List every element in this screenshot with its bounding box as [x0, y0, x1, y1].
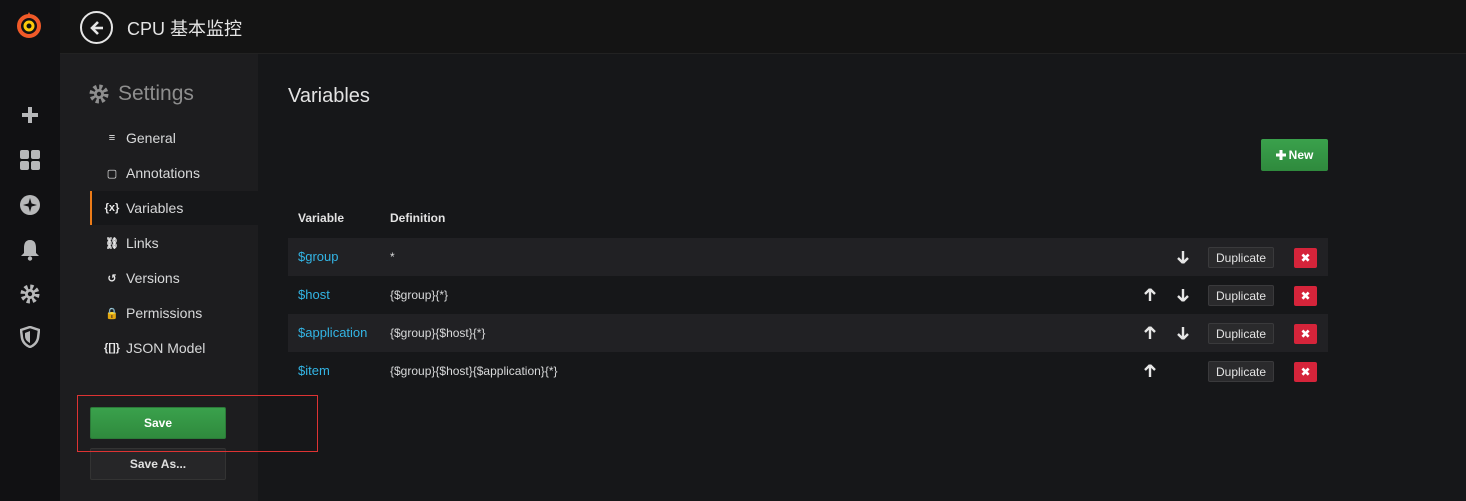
delete-button[interactable]: ✖	[1294, 248, 1317, 268]
settings-gear-icon	[89, 84, 109, 104]
highlight-annotation-box	[77, 395, 318, 452]
sidebar-item-label: JSON Model	[126, 340, 206, 356]
variable-definition: {$group}{$host}{*}	[390, 326, 486, 340]
new-button-label: New	[1288, 148, 1314, 162]
plus-icon	[1275, 150, 1286, 160]
table-row: $item {$group}{$host}{$application}{*} Dup…	[288, 352, 1328, 390]
settings-title: Settings	[118, 82, 194, 105]
close-icon: ✖	[1300, 251, 1311, 265]
page-title: Variables	[288, 85, 370, 107]
arrow-left-icon	[89, 20, 103, 35]
table-row: $group * Duplicate ✖	[288, 238, 1328, 276]
sidebar-item-annotations[interactable]: ▢ Annotations	[90, 156, 258, 190]
move-down-arrow-icon[interactable]	[1175, 325, 1191, 341]
move-up-arrow-icon[interactable]	[1142, 325, 1158, 341]
close-icon: ✖	[1300, 365, 1311, 379]
move-down-arrow-icon[interactable]	[1175, 249, 1191, 265]
sidebar-item-variables[interactable]: {x} Variables	[90, 191, 258, 225]
configuration-gear-icon[interactable]	[18, 282, 42, 306]
variable-name-link[interactable]: $application	[298, 325, 367, 340]
sidebar-item-label: Annotations	[126, 165, 200, 181]
explore-compass-icon[interactable]	[18, 193, 42, 217]
sidebar-item-links[interactable]: ⛓ Links	[90, 226, 258, 260]
sidebar-item-permissions[interactable]: 🔒 Permissions	[90, 296, 258, 330]
close-icon: ✖	[1300, 289, 1311, 303]
side-nav-rail	[0, 0, 60, 501]
variable-name-link[interactable]: $host	[298, 287, 330, 302]
top-navbar: CPU 基本监控	[60, 0, 1466, 54]
table-row: $host {$group}{*} Duplicate ✖	[288, 276, 1328, 314]
column-header-definition: Definition	[390, 211, 446, 225]
sidebar-item-label: Permissions	[126, 305, 203, 321]
save-as-button[interactable]: Save As...	[90, 448, 226, 480]
duplicate-button[interactable]: Duplicate	[1208, 247, 1274, 268]
move-down-arrow-icon[interactable]	[1175, 287, 1191, 303]
sliders-icon: ≡	[108, 132, 116, 144]
settings-heading: Settings	[88, 82, 194, 106]
link-icon: ⛓	[105, 237, 119, 250]
alerting-bell-icon[interactable]	[18, 238, 42, 262]
json-icon: {[]}	[104, 342, 120, 354]
delete-button[interactable]: ✖	[1294, 286, 1317, 306]
sidebar-item-label: Links	[126, 235, 159, 251]
variable-name-link[interactable]: $item	[298, 363, 330, 378]
server-admin-shield-icon[interactable]	[18, 325, 42, 349]
delete-button[interactable]: ✖	[1294, 362, 1317, 382]
dashboards-icon[interactable]	[18, 148, 42, 172]
lock-icon: 🔒	[105, 307, 119, 320]
duplicate-button[interactable]: Duplicate	[1208, 285, 1274, 306]
delete-button[interactable]: ✖	[1294, 324, 1317, 344]
grafana-logo-icon[interactable]	[14, 10, 44, 40]
dashboard-title: CPU 基本监控	[127, 19, 243, 39]
variable-icon: {x}	[104, 202, 120, 214]
new-variable-button[interactable]: New	[1261, 139, 1328, 171]
duplicate-button[interactable]: Duplicate	[1208, 323, 1274, 344]
create-plus-icon[interactable]	[18, 103, 42, 127]
sidebar-item-json-model[interactable]: {[]} JSON Model	[90, 331, 258, 365]
history-icon: ↺	[107, 272, 117, 285]
variable-definition: *	[390, 250, 395, 264]
close-icon: ✖	[1300, 327, 1311, 341]
sidebar-item-label: General	[126, 130, 176, 146]
variable-definition: {$group}{$host}{$application}{*}	[390, 364, 558, 378]
move-up-arrow-icon[interactable]	[1142, 363, 1158, 379]
column-header-variable: Variable	[298, 211, 345, 225]
variable-definition: {$group}{*}	[390, 288, 449, 302]
move-up-arrow-icon[interactable]	[1142, 287, 1158, 303]
sidebar-item-versions[interactable]: ↺ Versions	[90, 261, 258, 295]
sidebar-item-label: Versions	[126, 270, 180, 286]
sidebar-item-label: Variables	[126, 200, 184, 216]
duplicate-button[interactable]: Duplicate	[1208, 361, 1274, 382]
variable-name-link[interactable]: $group	[298, 249, 338, 264]
comment-icon: ▢	[106, 167, 118, 180]
app: CPU 基本监控 Settings Save Save As... ≡ Gener…	[0, 0, 1466, 501]
sidebar-item-general[interactable]: ≡ General	[90, 121, 258, 155]
table-row: $application {$group}{$host}{*} Duplicate ✖	[288, 314, 1328, 352]
back-to-dashboard-button[interactable]	[80, 11, 113, 44]
